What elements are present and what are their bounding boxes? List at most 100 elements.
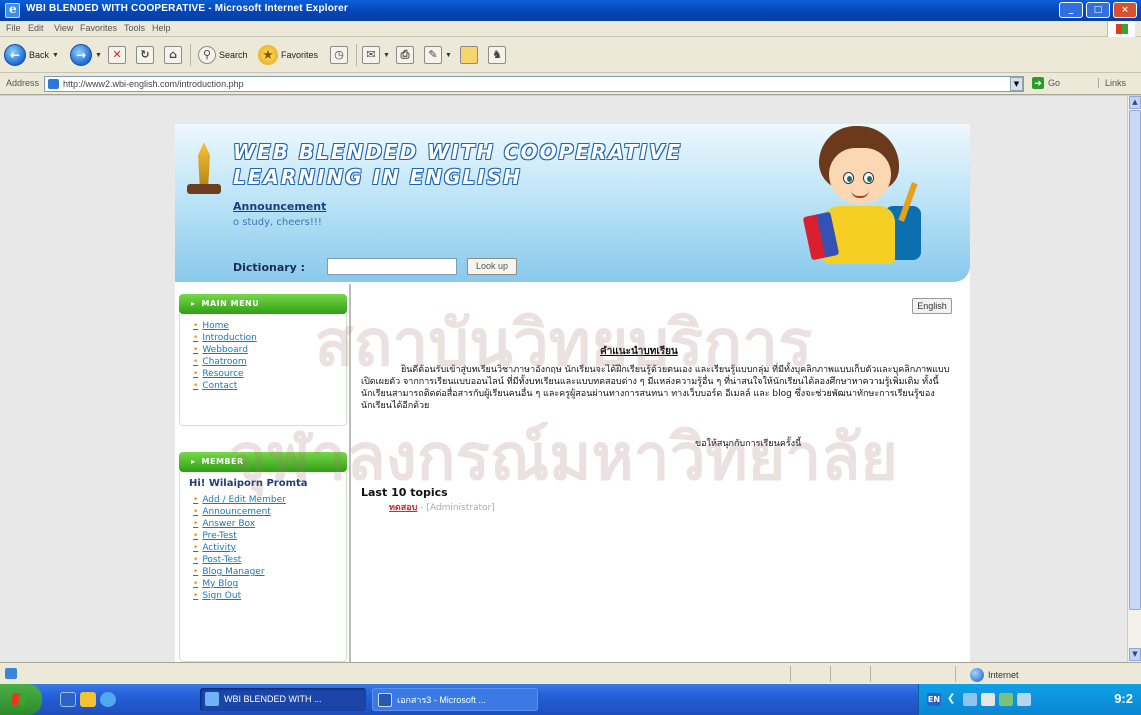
topic-link[interactable]: ทดสอบ	[389, 503, 417, 513]
ie-icon[interactable]	[100, 692, 116, 707]
stop-button[interactable]: ✕	[108, 43, 126, 67]
sidebar-item-activity[interactable]: Activity	[193, 542, 286, 554]
address-label: Address	[6, 78, 40, 88]
minimize-button[interactable]: _	[1059, 2, 1083, 18]
taskbar-ie-label: WBI BLENDED WITH ...	[224, 694, 322, 704]
status-separator	[870, 666, 871, 682]
taskbar-ie-window[interactable]: WBI BLENDED WITH ...	[200, 688, 366, 711]
network-icon[interactable]	[963, 693, 977, 706]
mail-button[interactable]: ✉ ▼	[362, 43, 390, 67]
menu-edit[interactable]: Edit	[28, 23, 44, 33]
sidebar-item-answer-box[interactable]: Answer Box	[193, 518, 286, 530]
close-button[interactable]: ×	[1113, 2, 1137, 18]
go-label: Go	[1048, 78, 1061, 88]
main-content: English คำแนะนำบทเรียน ยินดีต้อนรับเข้าส…	[355, 284, 970, 662]
menu-help[interactable]: Help	[152, 23, 171, 33]
back-label: Back	[29, 50, 50, 60]
mail-icon: ✉	[362, 46, 380, 64]
folder-icon[interactable]	[80, 692, 96, 707]
folder-button[interactable]	[460, 43, 478, 67]
home-button[interactable]: ⌂	[164, 43, 182, 67]
back-button[interactable]: ← Back ▼	[4, 43, 59, 67]
address-input[interactable]: http://www2.wbi-english.com/introduction…	[44, 76, 1024, 92]
zone-label: Internet	[988, 670, 1019, 680]
web-page: WEB BLENDED WITH COOPERATIVE LEARNING IN…	[175, 124, 970, 662]
ie-app-icon[interactable]	[5, 2, 20, 18]
print-icon: ⎙	[396, 46, 414, 64]
sidebar-item-chatroom[interactable]: Chatroom	[193, 356, 257, 368]
ie-icon	[205, 692, 219, 706]
messenger-button[interactable]: ♞	[488, 43, 506, 67]
edit-button[interactable]: ✎ ▼	[424, 43, 452, 67]
menu-tools[interactable]: Tools	[124, 23, 145, 33]
menu-favorites[interactable]: Favorites	[80, 23, 117, 33]
last-topics-heading: Last 10 topics	[361, 486, 448, 499]
sidebar-item-my-blog[interactable]: My Blog	[193, 578, 286, 590]
menu-bar: File Edit View Favorites Tools Help	[0, 21, 1141, 37]
sidebar-item-resource[interactable]: Resource	[193, 368, 257, 380]
language-indicator[interactable]: EN	[927, 693, 941, 706]
scroll-down-icon[interactable]: ▼	[1129, 648, 1141, 661]
menu-file[interactable]: File	[6, 23, 21, 33]
start-button[interactable]	[0, 684, 42, 715]
lookup-button[interactable]: Look up	[467, 258, 517, 275]
search-button[interactable]: ⚲ Search	[198, 43, 248, 67]
toolbar-separator	[190, 44, 191, 66]
sidebar-item-contact[interactable]: Contact	[193, 380, 257, 392]
sidebar-item-announcement[interactable]: Announcement	[193, 506, 286, 518]
student-illustration	[793, 124, 933, 276]
back-icon: ←	[4, 44, 26, 66]
taskbar-word-label: เอกสาร3 - Microsoft ...	[397, 695, 486, 705]
sidebar-item-post-test[interactable]: Post-Test	[193, 554, 286, 566]
vertical-scrollbar[interactable]: ▲ ▼	[1127, 96, 1141, 662]
edit-icon: ✎	[424, 46, 442, 64]
security-zone: Internet	[970, 668, 1019, 682]
sidebar-item-introduction[interactable]: Introduction	[193, 332, 257, 344]
antivirus-icon[interactable]	[1017, 693, 1031, 706]
page-icon	[48, 79, 59, 89]
scroll-thumb[interactable]	[1129, 110, 1141, 610]
announcement-title[interactable]: Announcement	[233, 200, 326, 213]
content-closing: ขอให้สนุกกับการเรียนครั้งนี้	[695, 439, 802, 449]
announcement-marquee: o study, cheers!!!	[233, 217, 322, 228]
sidebar-item-webboard[interactable]: Webboard	[193, 344, 257, 356]
search-label: Search	[219, 50, 248, 60]
sidebar-item-add-edit-member[interactable]: Add / Edit Member	[193, 494, 286, 506]
sidebar-item-blog-manager[interactable]: Blog Manager	[193, 566, 286, 578]
content-body-text: ยินดีต้อนรับเข้าสู่บทเรียนวิชาภาษาอังกฤษ…	[361, 365, 950, 411]
dictionary-input[interactable]	[327, 258, 457, 275]
internet-globe-icon	[970, 668, 984, 682]
links-button[interactable]: Links	[1098, 78, 1126, 88]
forward-button[interactable]: → ▼	[70, 43, 102, 67]
forward-icon: →	[70, 44, 92, 66]
maximize-button[interactable]: □	[1086, 2, 1110, 18]
chevron-down-icon: ▼	[52, 51, 59, 59]
site-title-line2: LEARNING IN ENGLISH	[233, 165, 522, 189]
status-bar: Internet	[0, 662, 1141, 684]
status-separator	[830, 666, 831, 682]
favorites-button[interactable]: ★ Favorites	[258, 43, 318, 67]
scroll-up-icon[interactable]: ▲	[1129, 96, 1141, 109]
sidebar-item-pre-test[interactable]: Pre-Test	[193, 530, 286, 542]
tray-app-icon[interactable]	[981, 693, 995, 706]
browser-viewport: WEB BLENDED WITH COOPERATIVE LEARNING IN…	[0, 96, 1127, 662]
go-arrow-icon: ➜	[1032, 77, 1044, 89]
address-dropdown-button[interactable]: ▼	[1010, 77, 1023, 91]
menu-view[interactable]: View	[54, 23, 73, 33]
volume-icon[interactable]	[999, 693, 1013, 706]
topic-author: - [Administrator]	[417, 503, 495, 513]
university-crest-icon	[185, 136, 223, 196]
member-menu-heading: MEMBER	[179, 452, 347, 472]
chevron-left-icon[interactable]: ❮	[947, 693, 961, 706]
history-button[interactable]: ◷	[330, 43, 348, 67]
refresh-button[interactable]: ↻	[136, 43, 154, 67]
print-button[interactable]: ⎙	[396, 43, 414, 67]
sidebar-item-home[interactable]: Home	[193, 320, 257, 332]
show-desktop-icon[interactable]	[60, 692, 76, 707]
toolbar-separator	[356, 44, 357, 66]
taskbar-word-window[interactable]: เอกสาร3 - Microsoft ...	[372, 688, 538, 711]
status-separator	[790, 666, 791, 682]
go-button[interactable]: ➜ Go	[1032, 77, 1060, 89]
sidebar-item-sign-out[interactable]: Sign Out	[193, 590, 286, 602]
language-toggle-button[interactable]: English	[912, 298, 952, 314]
